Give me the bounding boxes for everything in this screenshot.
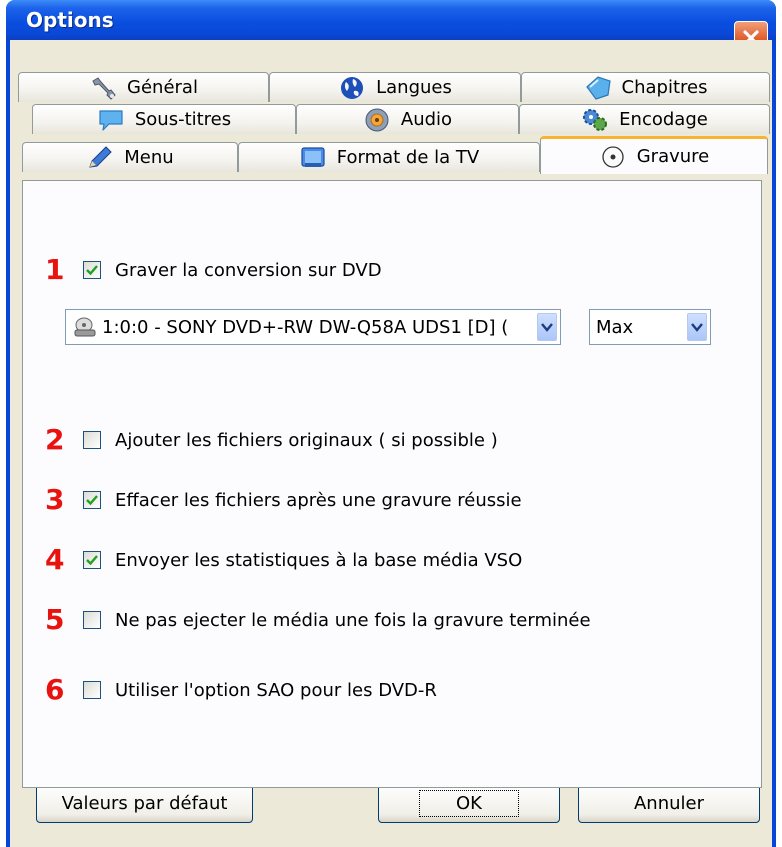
gravure-panel: 1 Graver la conversion sur DVD 1:0:0 - S… (22, 180, 762, 788)
checkbox-sao[interactable] (83, 681, 101, 699)
tab-chapitres[interactable]: Chapitres (521, 72, 770, 102)
tab-langues[interactable]: Langues (269, 72, 521, 102)
button-label: Annuler (633, 792, 704, 814)
title-bar[interactable]: Options (6, 0, 776, 55)
monitor-icon (301, 146, 325, 167)
tab-menu[interactable]: Menu (22, 142, 238, 172)
option-label: Ajouter les fichiers originaux ( si poss… (115, 429, 498, 451)
checkmark-icon (86, 495, 98, 506)
checkbox-no-eject[interactable] (83, 611, 101, 629)
defaults-button[interactable]: Valeurs par défaut (36, 783, 253, 823)
option-number: 1 (45, 253, 65, 286)
checkbox-delete-files[interactable] (83, 491, 101, 509)
tab-encodage[interactable]: Encodage (519, 104, 770, 134)
option-label: Graver la conversion sur DVD (115, 259, 382, 281)
option-sao: 6 Utiliser l'option SAO pour les DVD-R (45, 673, 437, 706)
speech-bubble-icon (99, 109, 123, 131)
tab-label: Gravure (636, 146, 710, 167)
tools-icon (92, 76, 116, 100)
tab-label: Audio (400, 109, 453, 130)
drive-icon (74, 317, 96, 337)
button-label: Valeurs par défaut (61, 792, 228, 814)
tab-label: Format de la TV (336, 147, 480, 168)
tab-label: Menu (124, 147, 174, 168)
options-window: Options Général Langues Chapitres Sous-t… (6, 0, 776, 847)
window-title: Options (26, 8, 114, 32)
speaker-icon (365, 108, 389, 131)
disc-icon (602, 145, 624, 168)
pencil-icon (89, 145, 112, 168)
checkmark-icon (86, 265, 98, 276)
option-send-stats: 4 Envoyer les statistiques à la base méd… (45, 543, 523, 576)
tab-row-1: Général Langues Chapitres (10, 72, 772, 102)
gears-icon (583, 108, 608, 131)
globe-icon (341, 76, 364, 99)
tab-label: Encodage (619, 109, 708, 130)
option-label: Ne pas ejecter le média une fois la grav… (115, 609, 591, 631)
tab-row-2: Sous-titres Audio Encodage (10, 104, 772, 134)
option-delete-files: 3 Effacer les fichiers après une gravure… (45, 483, 522, 516)
ok-button[interactable]: OK (378, 783, 560, 823)
tab-audio[interactable]: Audio (296, 104, 519, 134)
button-label: OK (419, 789, 519, 817)
checkbox-add-originals[interactable] (83, 431, 101, 449)
option-number: 3 (45, 483, 65, 516)
option-label: Envoyer les statistiques à la base média… (115, 549, 523, 571)
tab-label: Général (127, 77, 198, 98)
tab-label: Chapitres (621, 77, 708, 98)
tag-icon (585, 75, 611, 100)
checkbox-send-stats[interactable] (83, 551, 101, 569)
tab-sous-titres[interactable]: Sous-titres (32, 104, 296, 134)
tab-label: Sous-titres (134, 109, 232, 130)
option-burn-dvd: 1 Graver la conversion sur DVD (45, 253, 382, 286)
option-label: Effacer les fichiers après une gravure r… (115, 489, 522, 511)
option-number: 5 (45, 603, 65, 636)
option-add-originals: 2 Ajouter les fichiers originaux ( si po… (45, 423, 498, 456)
tab-row-3: Menu Format de la TV Gravure (10, 136, 772, 174)
tab-label: Langues (376, 77, 452, 98)
option-number: 2 (45, 423, 65, 456)
checkmark-icon (86, 555, 98, 566)
option-label: Utiliser l'option SAO pour les DVD-R (115, 679, 437, 701)
dialog-body: Général Langues Chapitres Sous-titres Au… (10, 40, 772, 847)
tab-format-tv[interactable]: Format de la TV (238, 142, 540, 172)
cancel-button[interactable]: Annuler (578, 783, 760, 823)
drive-select[interactable]: 1:0:0 - SONY DVD+-RW DW-Q58A UDS1 [D] ( (65, 309, 561, 345)
tab-gravure[interactable]: Gravure (540, 136, 768, 174)
drive-select-value: 1:0:0 - SONY DVD+-RW DW-Q58A UDS1 [D] ( (102, 316, 509, 338)
chevron-down-icon[interactable] (537, 313, 557, 341)
speed-select-value: Max (596, 316, 634, 338)
option-no-eject: 5 Ne pas ejecter le média une fois la gr… (45, 603, 591, 636)
tab-general[interactable]: Général (18, 72, 269, 102)
option-number: 6 (45, 673, 65, 706)
checkbox-burn-dvd[interactable] (83, 261, 101, 279)
speed-select[interactable]: Max (589, 309, 711, 345)
chevron-down-icon[interactable] (687, 313, 707, 341)
option-number: 4 (45, 543, 65, 576)
